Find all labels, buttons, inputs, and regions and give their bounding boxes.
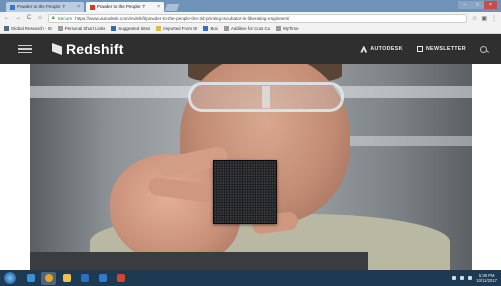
page-icon [224, 26, 230, 31]
clock-date: 10/11/2017 [476, 278, 497, 283]
taskbar-chrome-icon[interactable] [41, 271, 56, 285]
back-button[interactable]: ← [4, 15, 10, 21]
taskbar-explorer-icon[interactable] [59, 272, 74, 285]
lock-icon: 🔒︎ [52, 15, 55, 21]
autodesk-link[interactable]: AUTODESK [360, 45, 403, 53]
bookmarks-bar: Global Research - St Personal Short Link… [0, 24, 501, 34]
bookmark-label: Suggested Sites [118, 26, 151, 31]
folder-icon [156, 26, 162, 31]
address-bar[interactable]: 🔒︎ Secure https://www.autodesk.com/redsh… [48, 13, 467, 23]
tab-title: Powder to the People: T [97, 4, 146, 9]
close-tab-icon[interactable]: × [77, 2, 80, 12]
browser-tab-strip: Powder to the People: T × Powder to the … [0, 0, 501, 12]
autodesk-favicon-icon [10, 4, 15, 10]
bookmark-item[interactable]: Additive for Cost Cu [224, 26, 270, 31]
flag-icon[interactable] [452, 276, 457, 280]
newsletter-label: NEWSLETTER [425, 46, 466, 52]
bookmark-label: Additive for Cost Cu [231, 26, 271, 31]
suggested-sites-icon [111, 26, 117, 31]
caption-bar [30, 252, 368, 270]
volume-icon[interactable] [468, 276, 473, 280]
newsletter-link[interactable]: NEWSLETTER [416, 46, 466, 52]
hero-image [30, 64, 472, 270]
extension-icon[interactable]: ▣ [481, 15, 487, 22]
taskbar-outlook-icon[interactable] [77, 272, 92, 285]
redshift-logo-icon [52, 43, 62, 55]
bookmark-label: Imported From IE [163, 26, 198, 31]
site-logo[interactable]: Redshift [52, 41, 124, 57]
redshift-favicon-icon [90, 4, 95, 10]
article-hero [0, 64, 501, 270]
autodesk-label: AUTODESK [370, 46, 403, 52]
bookmark-item[interactable]: Global Research - St [4, 26, 52, 31]
minimize-button[interactable]: – [458, 1, 471, 9]
bookmark-icon [4, 26, 9, 31]
bookmark-label: Global Research - St [11, 26, 52, 31]
taskbar-clock[interactable]: 5:39 PM 10/11/2017 [476, 273, 497, 283]
forward-button[interactable]: → [15, 15, 21, 21]
start-button-icon[interactable] [4, 272, 16, 284]
taskbar-ie-icon[interactable] [23, 272, 38, 285]
windows-taskbar: 5:39 PM 10/11/2017 [0, 270, 501, 286]
page-icon [276, 26, 282, 31]
taskbar-powerpoint-icon[interactable] [113, 272, 128, 285]
tab-title: Powder to the People: T [17, 4, 66, 9]
window-controls: – □ × [458, 1, 497, 9]
autodesk-logo-icon [360, 45, 368, 53]
taskbar-calendar-icon[interactable] [95, 272, 110, 285]
logo-text: Redshift [66, 41, 124, 57]
bookmark-label: Box [210, 26, 219, 31]
bookmark-star-icon[interactable]: ☆ [472, 15, 477, 22]
browser-toolbar: ← → C ⌂ 🔒︎ Secure https://www.autodesk.c… [0, 12, 501, 24]
search-icon[interactable] [480, 45, 487, 53]
close-window-button[interactable]: × [484, 1, 497, 9]
system-tray: 5:39 PM 10/11/2017 [452, 273, 497, 283]
page-icon [57, 26, 63, 31]
box-icon [203, 26, 209, 31]
bookmark-item[interactable]: Box [203, 26, 218, 31]
bookmark-item[interactable]: Imported From IE [156, 26, 197, 31]
menu-icon[interactable]: ⋮ [491, 15, 497, 22]
browser-tab[interactable]: Powder to the People: T × [6, 2, 84, 12]
site-header: Redshift AUTODESK NEWSLETTER [0, 34, 501, 64]
bookmark-item[interactable]: Personal Short Links [57, 26, 106, 31]
newsletter-icon [416, 46, 423, 52]
bookmark-label: Personal Short Links [64, 26, 106, 31]
url-text[interactable]: https://www.autodesk.com/redshift/powder… [75, 16, 289, 21]
bookmark-label: MyTime [283, 26, 299, 31]
secure-label: Secure [57, 15, 73, 21]
close-tab-icon[interactable]: × [157, 2, 160, 12]
new-tab-button[interactable] [164, 4, 180, 11]
home-button[interactable]: ⌂ [37, 15, 43, 21]
printed-lattice-part [213, 160, 277, 224]
bookmark-item[interactable]: MyTime [276, 26, 299, 31]
network-icon[interactable] [460, 276, 465, 280]
bookmark-item[interactable]: Suggested Sites [111, 26, 150, 31]
reload-button[interactable]: C [26, 15, 32, 21]
maximize-button[interactable]: □ [471, 1, 484, 9]
browser-tab-active[interactable]: Powder to the People: T × [86, 2, 164, 12]
hamburger-menu-icon[interactable] [18, 44, 32, 54]
